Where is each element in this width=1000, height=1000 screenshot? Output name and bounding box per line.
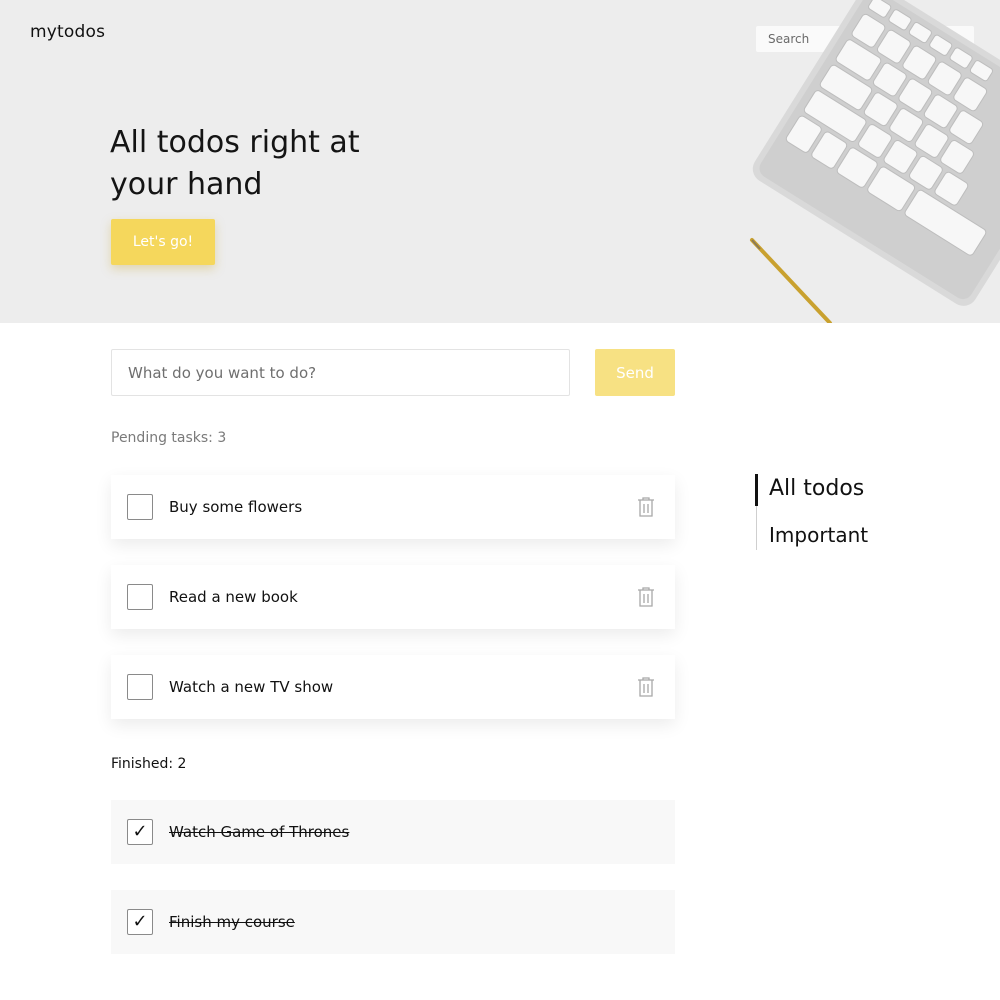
brand-logo[interactable]: mytodos (30, 22, 105, 42)
nav-item-all-todos[interactable]: All todos (769, 476, 864, 501)
todo-item: Buy some flowers (111, 475, 675, 539)
todo-text: Finish my course (169, 913, 295, 931)
todo-checkbox-checked[interactable]: ✓ (127, 909, 153, 935)
todo-text: Buy some flowers (169, 498, 303, 516)
finished-item: ✓ Finish my course (111, 890, 675, 954)
lets-go-button[interactable]: Let's go! (111, 219, 215, 265)
nav-item-important[interactable]: Important (769, 523, 868, 547)
finished-item: ✓ Watch Game of Thrones (111, 800, 675, 864)
todo-checkbox[interactable] (127, 494, 153, 520)
todo-item: Read a new book (111, 565, 675, 629)
new-todo-input[interactable] (111, 349, 570, 396)
hero-banner: mytodos All todos right at your hand Let… (0, 0, 1000, 323)
todo-checkbox-checked[interactable]: ✓ (127, 819, 153, 845)
todo-text: Watch a new TV show (169, 678, 334, 696)
keyboard-pen-illustration (750, 0, 1000, 323)
checkmark-icon: ✓ (132, 821, 148, 842)
filter-nav: All todos Important (755, 474, 868, 550)
todo-item: Watch a new TV show (111, 655, 675, 719)
finished-count-label: Finished: 2 (111, 756, 187, 772)
todo-text: Watch Game of Thrones (169, 823, 350, 841)
pending-count-label: Pending tasks: 3 (111, 430, 227, 446)
send-button[interactable]: Send (595, 349, 675, 396)
active-indicator (755, 474, 758, 506)
trash-icon[interactable] (636, 496, 656, 518)
checkmark-icon: ✓ (132, 911, 148, 932)
trash-icon[interactable] (636, 586, 656, 608)
todo-checkbox[interactable] (127, 584, 153, 610)
todo-text: Read a new book (169, 588, 298, 606)
todo-checkbox[interactable] (127, 674, 153, 700)
trash-icon[interactable] (636, 676, 656, 698)
hero-headline: All todos right at your hand (110, 125, 360, 202)
